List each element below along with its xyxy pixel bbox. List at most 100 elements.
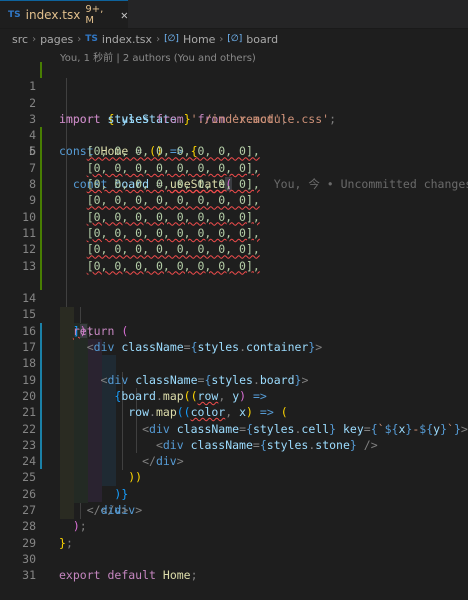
line-number: 31 [22, 568, 36, 583]
close-icon[interactable]: ✕ [121, 8, 128, 22]
variable-symbol-icon: [∅] [227, 34, 243, 44]
code-line: 24 )} [0, 436, 468, 501]
git-added-marker[interactable] [40, 143, 42, 160]
tab-index-tsx[interactable]: TS index.tsx 9+, M ✕ [0, 0, 128, 28]
code-line: 4 const Home = () => { [0, 111, 468, 158]
code-line: 22 </div> [0, 404, 468, 468]
code-line: 3 [0, 95, 468, 126]
code-line: 30 export default Home; [0, 535, 468, 582]
token: ; [190, 568, 198, 583]
chevron-right-icon: › [219, 33, 224, 45]
code-line: 26 </div> [0, 469, 468, 517]
code-text: export default Home; [59, 567, 198, 583]
code-line: 27 ); [0, 486, 468, 533]
variable-symbol-icon: [∅] [164, 34, 179, 44]
tab-problem-status: 9+, M [85, 3, 104, 26]
code-text: [0, 0, 0, 0, 0, 0, 0, 0], [59, 241, 260, 257]
token: [0, 0, 0, 0, 0, 0, 0, 0], [86, 193, 260, 208]
line-number: 11 [22, 225, 36, 240]
line-number: 13 [22, 258, 36, 273]
token: export [59, 568, 101, 583]
code-line: 17 <div className={styles.board}> [0, 322, 468, 387]
code-line: 20 <div className={styles.cell} key={`${… [0, 371, 468, 436]
typescript-file-icon: TS [8, 9, 21, 20]
code-line: 6 [0, 0, 0, 0, 0, 0, 0, 0], [0, 143, 468, 160]
git-modified-marker[interactable] [40, 322, 42, 340]
git-added-marker[interactable] [40, 159, 42, 177]
git-added-marker[interactable] [40, 241, 42, 258]
chevron-right-icon: › [77, 33, 82, 45]
line-number: 10 [22, 209, 36, 224]
git-added-marker[interactable] [40, 208, 42, 225]
code-text: [0, 0, 0, 0, 0, 0, 0, 0], [59, 209, 260, 225]
git-modified-marker[interactable] [40, 436, 42, 454]
breadcrumb-item-pages[interactable]: pages [40, 33, 73, 46]
line-number: 9 [29, 193, 36, 208]
typescript-file-icon: TS [85, 34, 98, 44]
code-line: 9 [0, 0, 0, 0, 0, 0, 0, 0], [0, 192, 468, 209]
token: Home [162, 568, 191, 583]
code-editor[interactable]: 1 import { useState } from 'react'; 2 im… [0, 62, 468, 582]
git-added-marker[interactable] [40, 62, 42, 79]
code-line: 29 [0, 518, 468, 550]
git-added-marker[interactable] [40, 224, 42, 242]
code-line: 7 [0, 0, 0, 0, 0, 0, 0, 0], [0, 159, 468, 177]
git-modified-marker[interactable] [40, 387, 42, 405]
code-line: 5 const board = useState( You, 今 • Uncom… [0, 127, 468, 192]
line-number: 8 [29, 177, 36, 192]
code-line: 15 return ( [0, 290, 468, 337]
line-number: 12 [22, 242, 36, 257]
line-number: 7 [29, 160, 36, 175]
tab-filename: index.tsx [25, 7, 81, 22]
git-modified-marker[interactable] [40, 420, 42, 437]
breadcrumb: src › pages › TS index.tsx › [∅] Home › … [12, 31, 278, 47]
git-added-marker[interactable] [40, 176, 42, 193]
code-text: [0, 0, 0, 0, 0, 0, 0, 0], [59, 258, 260, 274]
code-text: [0, 0, 0, 0, 0, 0, 0, 0], [59, 176, 260, 192]
breadcrumb-item-file[interactable]: index.tsx [102, 33, 152, 46]
git-added-marker[interactable] [40, 192, 42, 209]
git-added-marker[interactable] [40, 127, 42, 144]
token: [0, 0, 0, 0, 0, 0, 0, 0], [86, 144, 260, 159]
breadcrumb-item-board[interactable]: board [246, 33, 278, 46]
code-line: 28 }; [0, 502, 468, 549]
code-line: 18 {board.map((row, y) => [0, 339, 468, 403]
git-modified-marker[interactable] [40, 404, 42, 421]
git-added-marker[interactable] [40, 273, 42, 291]
code-line: 25 </div> [0, 453, 468, 517]
token: [0, 0, 0, 0, 0, 0, 0, 0], [86, 160, 260, 175]
token: [0, 0, 0, 0, 0, 0, 0, 0], [86, 258, 260, 273]
code-line: 11 [0, 0, 0, 0, 0, 0, 0, 0], [0, 224, 468, 242]
token: [0, 0, 0, 0, 0, 0, 0, 0], [86, 177, 260, 192]
code-line: 2 import styles from './index.module.css… [0, 78, 468, 126]
code-line: 12 [0, 0, 0, 0, 0, 0, 0, 0], [0, 241, 468, 258]
code-text: [0, 0, 0, 0, 0, 0, 0, 0], [59, 143, 260, 159]
line-number: 6 [29, 144, 36, 159]
token: [0, 0, 0, 0, 0, 0, 0, 0], [86, 242, 260, 257]
code-line: 19 row.map((color, x) => ( [0, 355, 468, 419]
code-line: 8 [0, 0, 0, 0, 0, 0, 0, 0], [0, 176, 468, 193]
code-line: 23 )) [0, 420, 468, 484]
code-line: 13 [0, 0, 0, 0, 0, 0, 0, 0], [0, 257, 468, 274]
git-modified-marker[interactable] [40, 355, 42, 372]
editor-tab-bar: TS index.tsx 9+, M ✕ [0, 0, 468, 29]
git-added-marker[interactable] [40, 257, 42, 274]
git-modified-marker[interactable] [40, 339, 42, 356]
chevron-right-icon: › [156, 33, 161, 45]
code-line: 10 [0, 0, 0, 0, 0, 0, 0, 0], [0, 208, 468, 225]
token: [0, 0, 0, 0, 0, 0, 0, 0], [86, 225, 260, 240]
code-text: [0, 0, 0, 0, 0, 0, 0, 0], [59, 225, 260, 241]
breadcrumb-item-home[interactable]: Home [183, 33, 215, 46]
code-text: [0, 0, 0, 0, 0, 0, 0, 0], [59, 192, 260, 208]
token: default [107, 568, 156, 583]
code-text: [0, 0, 0, 0, 0, 0, 0, 0], [59, 160, 260, 176]
git-modified-marker[interactable] [40, 453, 42, 470]
token: [0, 0, 0, 0, 0, 0, 0, 0], [86, 209, 260, 224]
chevron-right-icon: › [32, 33, 37, 45]
code-line: 16 <div className={styles.container}> [0, 306, 468, 354]
git-modified-marker[interactable] [40, 371, 42, 388]
code-line: 31 [0, 551, 468, 582]
code-line: 14 ]); [0, 273, 468, 338]
code-line: 1 import { useState } from 'react'; [0, 62, 468, 126]
breadcrumb-item-src[interactable]: src [12, 33, 28, 46]
